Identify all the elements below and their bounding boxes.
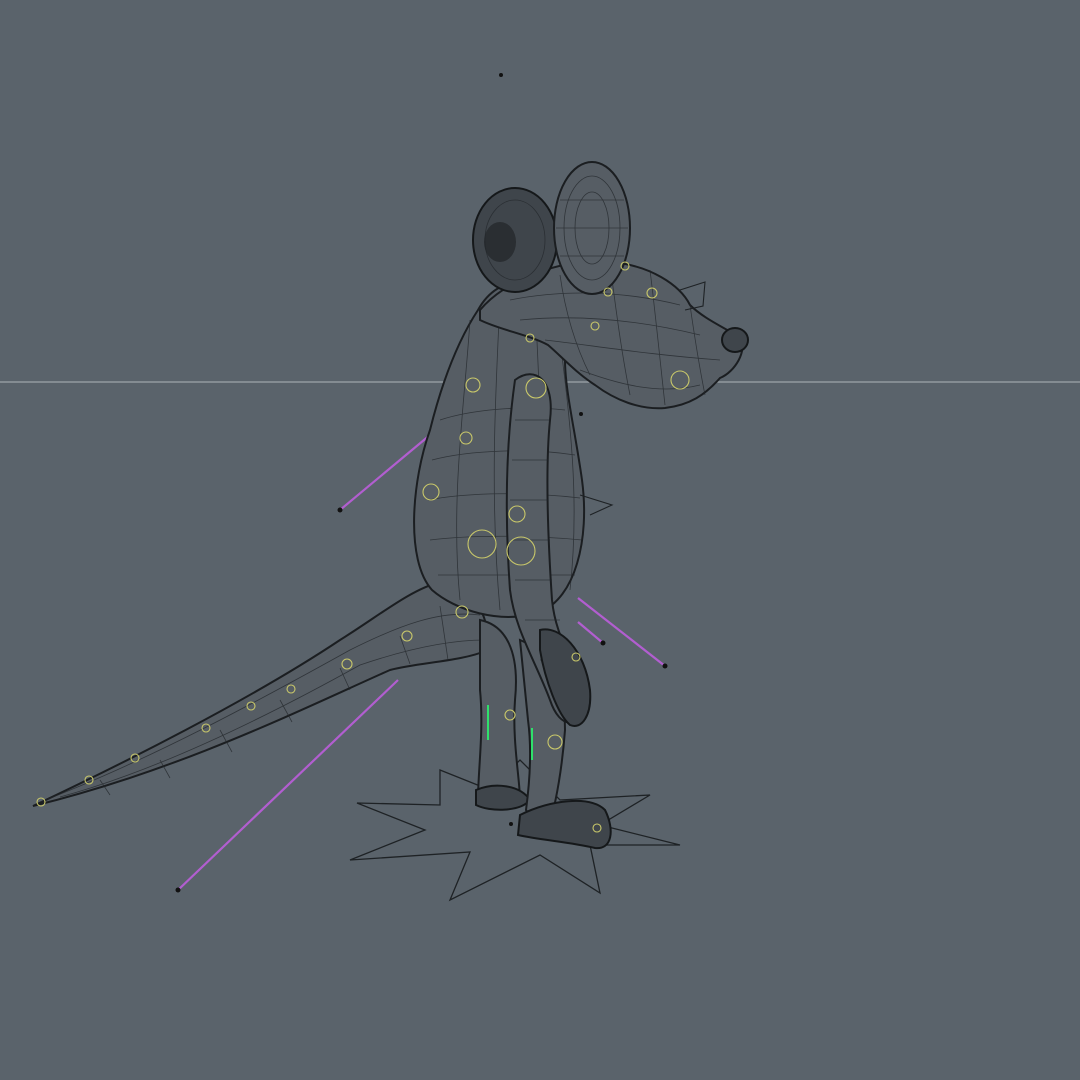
locator-top[interactable]: [499, 73, 503, 77]
tail-mesh[interactable]: [32, 580, 490, 807]
ik-handle-knee[interactable]: [577, 621, 604, 644]
back-leg-mesh[interactable]: [476, 618, 522, 809]
3d-viewport[interactable]: [0, 0, 1080, 1080]
ik-end-leg[interactable]: [662, 663, 668, 669]
ear-back-inner: [484, 222, 516, 262]
back-foot-mesh[interactable]: [475, 784, 532, 811]
ik-end-tail[interactable]: [175, 887, 181, 893]
nose-mesh[interactable]: [721, 327, 749, 353]
rat-model[interactable]: [32, 161, 749, 850]
locator-floor[interactable]: [509, 822, 513, 826]
ik-end-knee[interactable]: [600, 640, 606, 646]
ik-end-spine[interactable]: [337, 507, 343, 513]
locator-chest[interactable]: [579, 412, 583, 416]
viewport-canvas[interactable]: [0, 0, 1080, 1080]
